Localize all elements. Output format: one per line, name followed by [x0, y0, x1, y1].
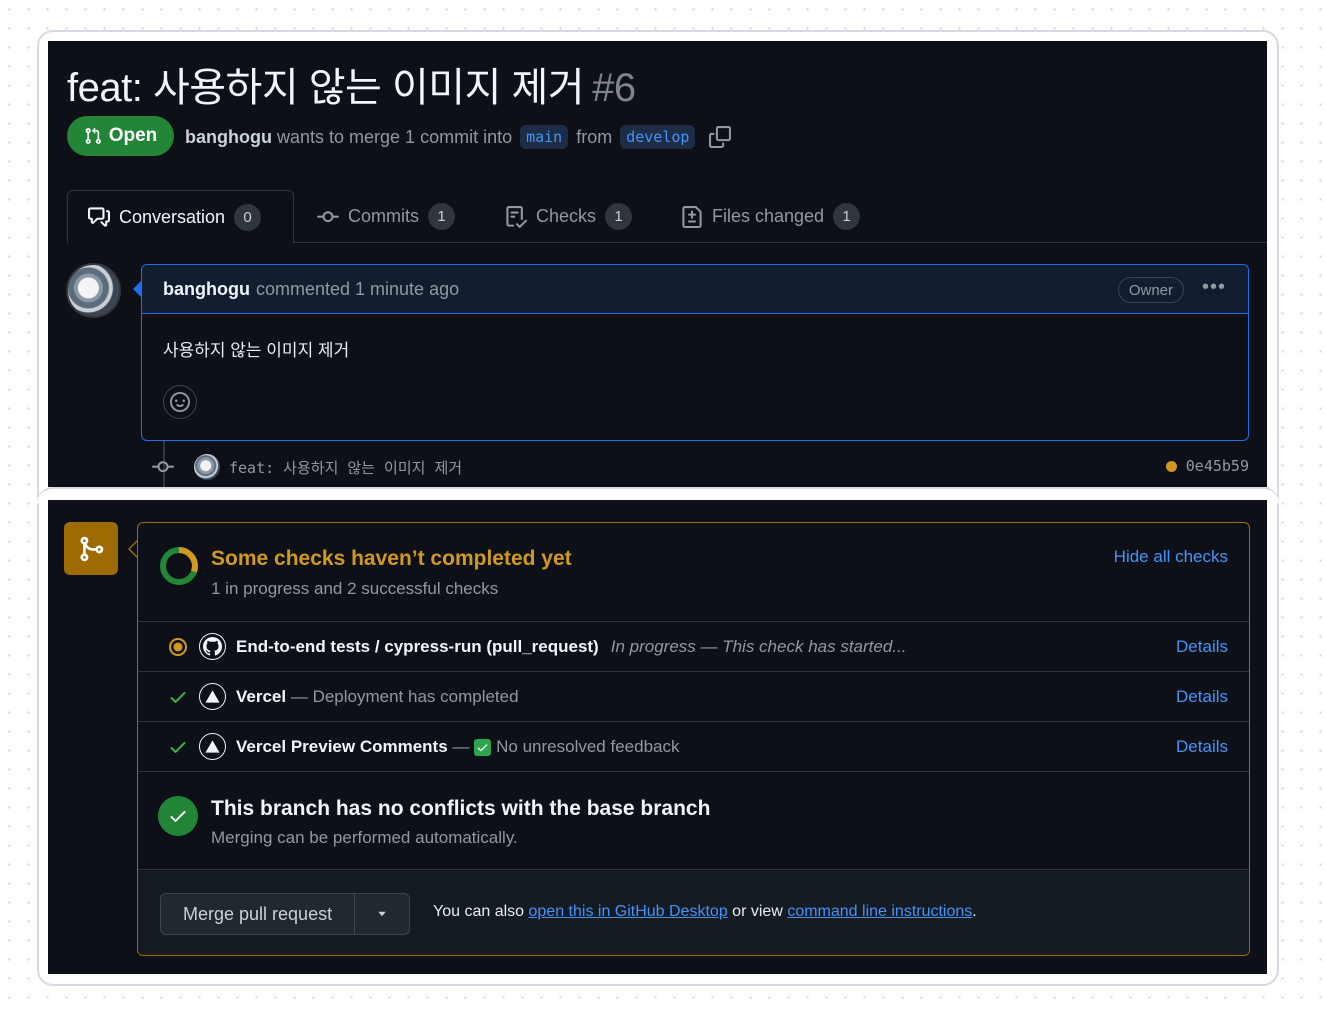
comment-header: banghogu commented 1 minute ago Owner ••… [142, 265, 1248, 314]
vercel-logo-icon [199, 683, 226, 710]
merge-text: wants to merge 1 commit into [277, 126, 513, 147]
details-link[interactable]: Details [1176, 687, 1228, 707]
pr-header-panel: feat: 사용하지 않는 이미지 제거 #6 Open banghogu wan… [48, 41, 1267, 487]
pr-state-label: Open [108, 125, 158, 146]
pr-number: #6 [592, 66, 636, 110]
pr-title-text: feat: 사용하지 않는 이미지 제거 [67, 66, 585, 110]
page-title: feat: 사용하지 않는 이미지 제거 #6 [67, 55, 636, 113]
owner-badge: Owner [1117, 277, 1184, 303]
pr-tabs: Conversation 0 Commits 1 Checks 1 Files … [67, 190, 1267, 244]
check-description: — Deployment has completed [290, 686, 519, 706]
comment-body: 사용하지 않는 이미지 제거 [163, 341, 350, 360]
commit-sha-group: 0e45b59 [1165, 457, 1249, 475]
note-prefix: You can also [433, 903, 525, 920]
comment-card: banghogu commented 1 minute ago Owner ••… [141, 264, 1249, 441]
details-link[interactable]: Details [1176, 637, 1228, 657]
check-row: Vercel Preview Comments — No unresolved … [138, 722, 1249, 772]
conflict-status: This branch has no conflicts with the ba… [138, 772, 1249, 870]
comment-pointer [133, 281, 141, 297]
check-icon [168, 737, 188, 762]
check-description: In progress — This check has started... [610, 636, 907, 656]
file-diff-icon [681, 205, 703, 228]
conflict-title: This branch has no conflicts with the ba… [211, 797, 711, 820]
merge-button-group: Merge pull request [160, 893, 411, 935]
check-separator: — [452, 736, 470, 756]
tab-label: Files changed [712, 206, 825, 226]
comment-author[interactable]: banghogu [163, 279, 250, 300]
head-branch[interactable]: develop [620, 125, 696, 149]
merge-actions: Merge pull request You can also open thi… [138, 871, 1249, 955]
git-commit-icon [152, 456, 174, 478]
check-name: Vercel [236, 686, 287, 706]
checks-header: Some checks haven’t completed yet 1 in p… [138, 523, 1249, 622]
merge-method-dropdown[interactable] [355, 894, 409, 934]
tab-counter: 1 [428, 203, 455, 230]
commit-message[interactable]: feat: 사용하지 않는 이미지 제거 [229, 457, 462, 478]
copy-icon[interactable] [709, 126, 732, 148]
tab-conversation[interactable]: Conversation 0 [67, 190, 294, 244]
tab-counter: 1 [605, 203, 633, 230]
merge-panel: Some checks haven’t completed yet 1 in p… [48, 500, 1267, 974]
note-suffix: . [972, 903, 977, 920]
merge-alternatives: You can also open this in GitHub Desktop… [433, 903, 977, 921]
check-icon [168, 687, 188, 712]
check-circle-icon [158, 796, 198, 836]
smiley-icon [170, 392, 190, 412]
conflict-subtitle: Merging can be performed automatically. [211, 828, 518, 847]
comment-timestamp: commented 1 minute ago [255, 278, 460, 299]
open-in-desktop-link[interactable]: open this in GitHub Desktop [529, 903, 728, 920]
github-logo-icon [199, 633, 226, 660]
tab-files-changed[interactable]: Files changed 1 [681, 190, 861, 243]
commit-sha[interactable]: 0e45b59 [1186, 457, 1249, 475]
git-commit-icon [317, 206, 339, 228]
add-reaction-button[interactable] [163, 385, 197, 419]
comment-discussion-icon [88, 206, 110, 228]
check-text: End-to-end tests / cypress-run (pull_req… [236, 637, 906, 657]
tab-label: Commits [348, 206, 419, 226]
tab-counter: 1 [833, 203, 861, 230]
from-text: from [576, 126, 613, 147]
command-line-instructions-link[interactable]: command line instructions [787, 903, 972, 920]
check-name: End-to-end tests / cypress-run (pull_req… [236, 636, 599, 656]
git-pull-request-icon [84, 127, 102, 145]
check-description: No unresolved feedback [496, 736, 680, 756]
git-merge-icon [64, 522, 118, 575]
author-link[interactable]: banghogu [185, 127, 272, 148]
tab-commits[interactable]: Commits 1 [317, 190, 455, 243]
commit-author-avatar[interactable] [194, 454, 220, 480]
hide-checks-link[interactable]: Hide all checks [1114, 547, 1228, 567]
in-progress-dot-icon [168, 637, 188, 662]
details-link[interactable]: Details [1176, 737, 1228, 757]
white-check-mark-icon [474, 738, 492, 756]
merge-summary: banghogu wants to merge 1 commit into ma… [185, 125, 732, 149]
base-branch[interactable]: main [520, 125, 569, 149]
vercel-logo-icon [199, 733, 226, 760]
tab-counter: 0 [234, 203, 262, 231]
kebab-menu-icon[interactable]: ••• [1202, 276, 1226, 299]
pr-state-badge: Open [67, 116, 174, 156]
merge-pull-request-button[interactable]: Merge pull request [161, 894, 356, 934]
note-middle: or view [732, 903, 783, 920]
checks-title: Some checks haven’t completed yet [211, 547, 572, 570]
pending-status-dot[interactable] [1165, 460, 1177, 472]
tab-label: Checks [536, 206, 597, 226]
commit-row: feat: 사용하지 않는 이미지 제거 0e45b59 [152, 452, 1249, 482]
tab-label: Conversation [119, 206, 226, 227]
merge-box: Some checks haven’t completed yet 1 in p… [137, 522, 1250, 956]
triangle-down-icon [376, 908, 388, 920]
checks-subtitle: 1 in progress and 2 successful checks [211, 579, 499, 598]
avatar[interactable] [66, 263, 121, 318]
checks-progress-donut-icon [158, 545, 200, 592]
tab-checks[interactable]: Checks 1 [505, 190, 633, 243]
check-row: Vercel — Deployment has completed Detail… [138, 672, 1249, 722]
check-name: Vercel Preview Comments [236, 736, 448, 756]
check-row: End-to-end tests / cypress-run (pull_req… [138, 622, 1249, 672]
check-text: Vercel Preview Comments — No unresolved … [236, 737, 679, 757]
check-text: Vercel — Deployment has completed [236, 687, 519, 707]
checklist-icon [505, 205, 527, 228]
